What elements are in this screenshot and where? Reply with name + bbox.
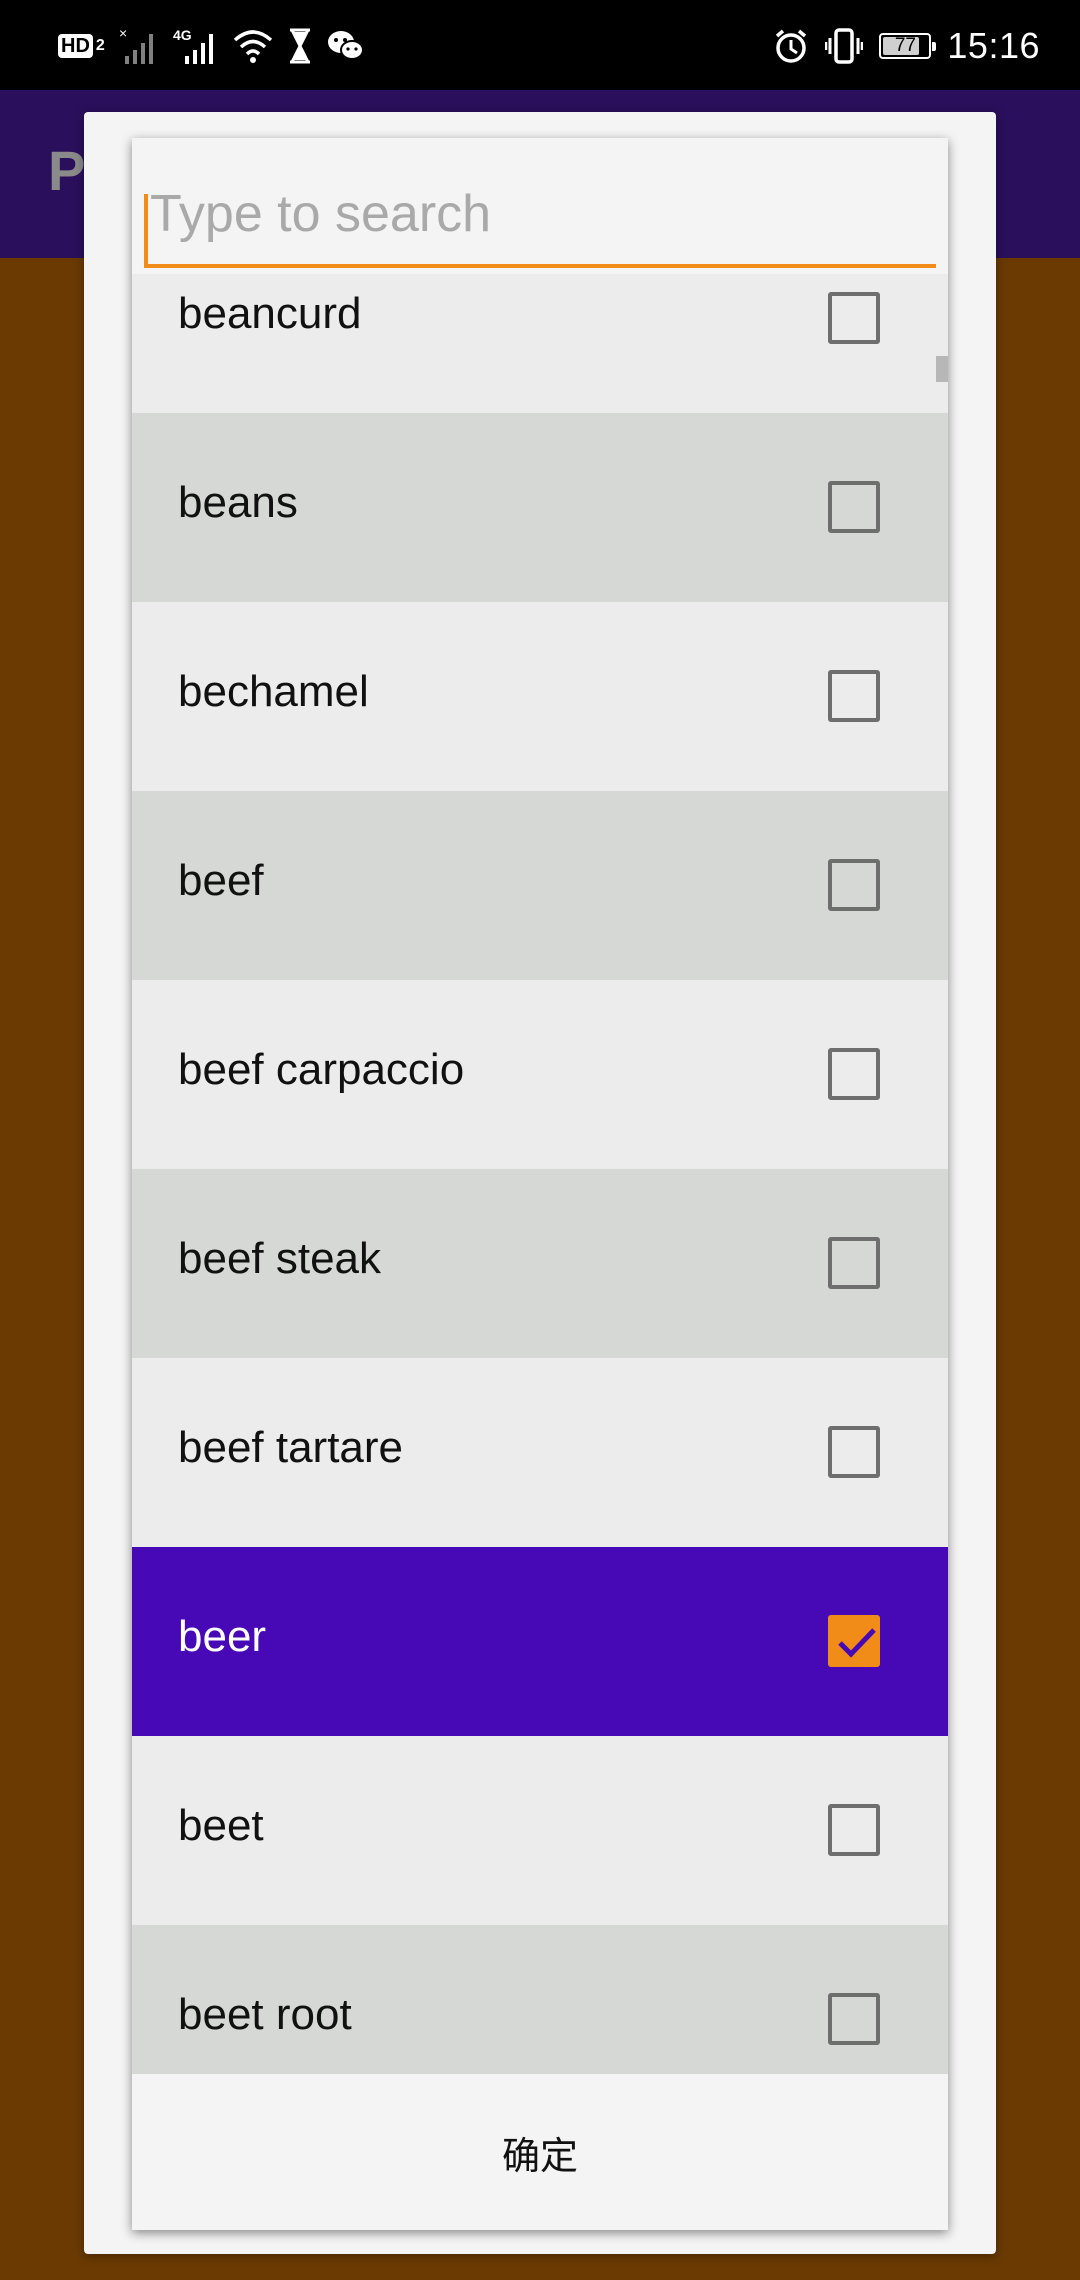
checkbox[interactable] — [828, 1237, 880, 1289]
signal-4g-icon: 4G — [173, 26, 219, 66]
no-signal-icon: × — [119, 26, 159, 66]
search-underline — [144, 264, 936, 268]
scrollbar-thumb[interactable] — [936, 356, 948, 382]
battery-level: 77 — [894, 35, 916, 56]
status-left-icons: HD 2 × 4G — [58, 24, 365, 68]
search-container — [144, 164, 936, 268]
checkbox[interactable] — [828, 1804, 880, 1856]
battery-icon: 77 — [879, 33, 937, 59]
hd-badge: HD — [58, 34, 93, 58]
list-item[interactable]: beef carpaccio — [132, 980, 948, 1169]
list-item-label: beet — [178, 1801, 264, 1850]
wechat-icon — [327, 29, 365, 63]
svg-text:×: × — [119, 26, 127, 41]
list-item-label: beet root — [178, 1990, 352, 2039]
wifi-icon — [233, 28, 273, 64]
app-title: P — [48, 139, 86, 202]
list-item[interactable]: bechamel — [132, 602, 948, 791]
status-bar: HD 2 × 4G 77 15:16 — [0, 0, 1080, 90]
status-right-icons: 77 15:16 — [773, 24, 1040, 68]
hd-icon: HD 2 — [58, 34, 105, 58]
checkbox[interactable] — [828, 1993, 880, 2045]
list-item[interactable]: beans — [132, 413, 948, 602]
multi-select-dialog: beancurd beans bechamel beef beef carpaccio b… — [132, 138, 948, 2230]
list-item[interactable]: beef tartare — [132, 1358, 948, 1547]
text-cursor — [144, 194, 148, 264]
list-item[interactable]: beef steak — [132, 1169, 948, 1358]
alarm-icon — [773, 28, 809, 64]
search-input[interactable] — [144, 164, 936, 264]
list-item[interactable]: beef — [132, 791, 948, 980]
checkbox[interactable] — [828, 481, 880, 533]
list-item-label: bechamel — [178, 667, 369, 716]
list-item-label: beef carpaccio — [178, 1045, 465, 1094]
list-item-label: beef steak — [178, 1234, 382, 1283]
hourglass-icon — [287, 28, 313, 64]
options-list[interactable]: beancurd beans bechamel beef beef carpaccio b… — [132, 274, 948, 2206]
list-item-label: beans — [178, 478, 298, 527]
list-item[interactable]: beancurd — [132, 274, 948, 413]
checkbox[interactable] — [828, 670, 880, 722]
hd-badge-sub: 2 — [95, 37, 105, 54]
checkbox[interactable] — [828, 859, 880, 911]
checkbox[interactable] — [828, 1426, 880, 1478]
list-item[interactable]: beer — [132, 1547, 948, 1736]
list-item-label: beer — [178, 1612, 267, 1661]
list-item-label: beancurd — [178, 289, 362, 338]
checkmark-icon — [838, 1628, 876, 1658]
confirm-button[interactable]: 确定 — [132, 2074, 948, 2230]
signal-4g-label: 4G — [173, 27, 192, 43]
checkbox-checked[interactable] — [828, 1615, 880, 1667]
list-item[interactable]: beet — [132, 1736, 948, 1925]
checkbox[interactable] — [828, 1048, 880, 1100]
list-item-label: beef — [178, 856, 264, 905]
vibrate-icon — [825, 28, 864, 64]
status-time: 15:16 — [947, 25, 1040, 66]
checkbox[interactable] — [828, 292, 880, 344]
list-item-label: beef tartare — [178, 1423, 404, 1472]
